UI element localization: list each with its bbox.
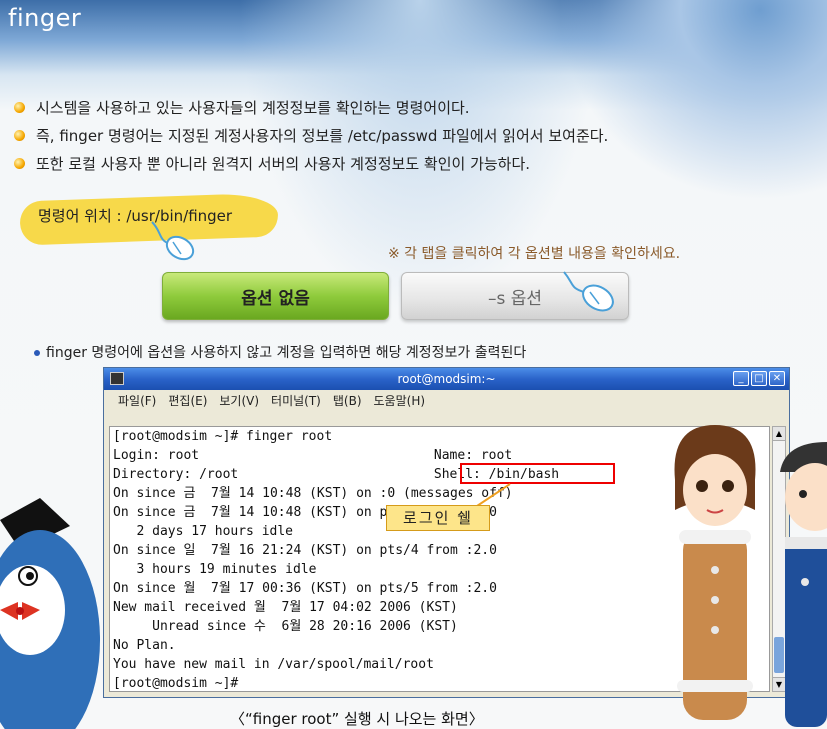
bullet-item: 또한 로컬 사용자 뿐 아니라 원격지 서버의 사용자 계정정보도 확인이 가능…	[12, 150, 608, 178]
bullet-dot-icon	[34, 350, 40, 356]
command-path-label: 명령어 위치 : /usr/bin/finger	[38, 207, 233, 225]
bullet-text: 또한 로컬 사용자 뿐 아니라 원격지 서버의 사용자 계정정보도 확인이 가능…	[36, 155, 531, 173]
bullet-dot-icon	[14, 158, 25, 169]
login-shell-callout: 로그인 쉘	[386, 505, 490, 531]
bullet-text: 시스템을 사용하고 있는 사용자들의 계정정보를 확인하는 명령어이다.	[36, 99, 470, 117]
figure-caption: 〈“finger root” 실행 시 나오는 화면〉	[230, 710, 484, 728]
tab-label: 옵션 없음	[241, 288, 310, 309]
terminal-window-title: root@modsim:~	[397, 372, 496, 386]
window-controls: _ □ ✕	[733, 371, 785, 386]
terminal-title-bar[interactable]: root@modsim:~ _ □ ✕	[104, 368, 789, 390]
bullet-dot-icon	[14, 102, 25, 113]
menu-item-terminal[interactable]: 터미널(T)	[271, 390, 321, 412]
description-text: finger 명령어에 옵션을 사용하지 않고 계정을 입력하면 해당 계정정보…	[34, 342, 526, 362]
description-label: finger 명령어에 옵션을 사용하지 않고 계정을 입력하면 해당 계정정보…	[46, 345, 527, 361]
minimize-icon[interactable]: _	[733, 371, 749, 386]
bullet-list: 시스템을 사용하고 있는 사용자들의 계정정보를 확인하는 명령어이다. 즉, …	[12, 94, 608, 178]
menu-item-edit[interactable]: 편집(E)	[168, 390, 207, 412]
terminal-menu-bar: 파일(F) 편집(E) 보기(V) 터미널(T) 탭(B) 도움말(H)	[104, 390, 789, 412]
bullet-dot-icon	[14, 130, 25, 141]
tab-label: –s 옵션	[487, 288, 543, 309]
tab-no-option[interactable]: 옵션 없음	[162, 272, 389, 320]
menu-item-view[interactable]: 보기(V)	[219, 390, 259, 412]
menu-item-help[interactable]: 도움말(H)	[374, 390, 426, 412]
man-character-icon	[780, 442, 827, 727]
penguin-mascot-icon	[0, 498, 100, 729]
page-title: finger	[8, 4, 82, 32]
mouse-icon	[563, 271, 614, 312]
shell-highlight-box	[460, 463, 615, 484]
close-icon[interactable]: ✕	[769, 371, 785, 386]
terminal-icon	[110, 372, 124, 385]
mouse-icon	[151, 221, 195, 261]
girl-character-icon	[674, 425, 756, 720]
bullet-item: 시스템을 사용하고 있는 사용자들의 계정정보를 확인하는 명령어이다.	[12, 94, 608, 122]
tab-hint-text: ※ 각 탭을 클릭하여 각 옵션별 내용을 확인하세요.	[388, 246, 681, 262]
menu-item-file[interactable]: 파일(F)	[118, 390, 156, 412]
maximize-icon[interactable]: □	[751, 371, 767, 386]
bullet-text: 즉, finger 명령어는 지정된 계정사용자의 정보를 /etc/passw…	[36, 127, 609, 145]
bullet-item: 즉, finger 명령어는 지정된 계정사용자의 정보를 /etc/passw…	[12, 122, 608, 150]
menu-item-tabs[interactable]: 탭(B)	[333, 390, 362, 412]
